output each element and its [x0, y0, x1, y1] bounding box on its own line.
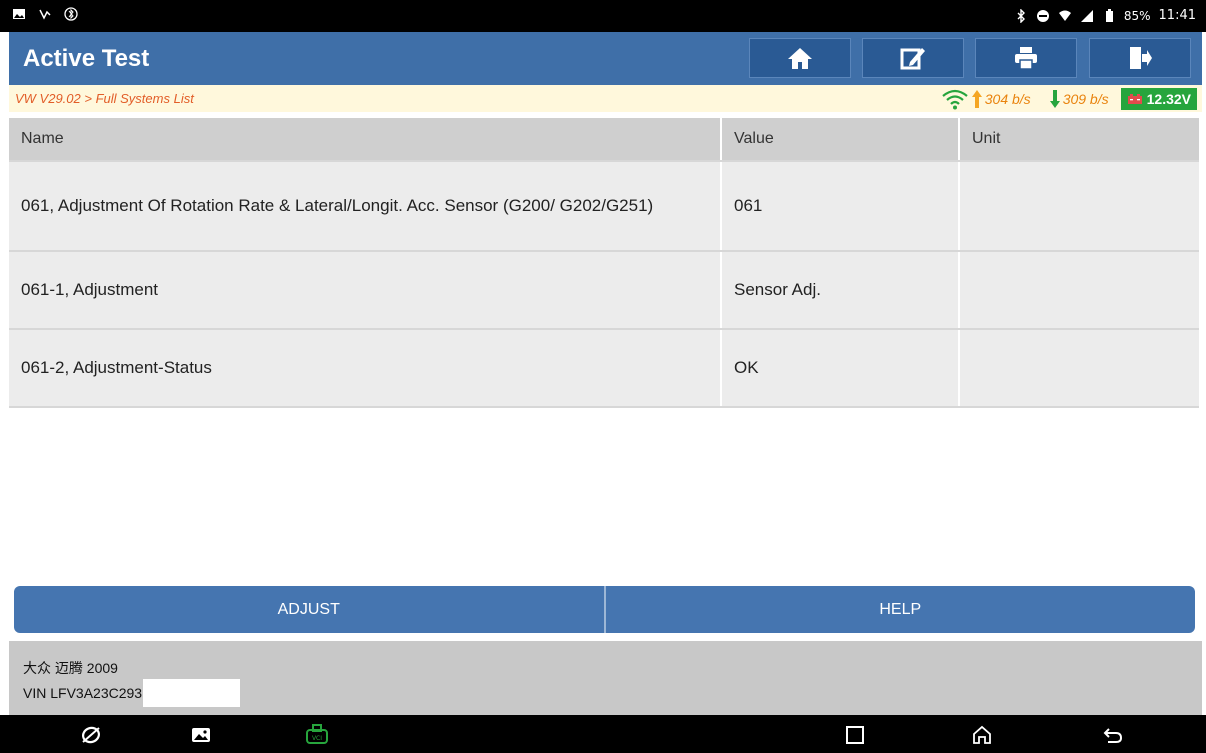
vehicle-model: 大众 迈腾 2009 [23, 660, 118, 676]
exit-button[interactable] [1089, 38, 1191, 78]
bluetooth-icon [1017, 8, 1025, 23]
home-icon [788, 48, 812, 69]
print-icon [1015, 47, 1037, 70]
battery-icon [1105, 8, 1113, 22]
clock: 11:41 [1158, 8, 1196, 23]
table-row[interactable]: 061-2, Adjustment-Status OK [9, 328, 1199, 408]
vehicle-info: 大众 迈腾 2009 VIN LFV3A23C293 [9, 641, 1202, 715]
table-row[interactable]: 061, Adjustment Of Rotation Rate & Later… [9, 160, 1199, 250]
action-bar: ADJUST HELP [14, 586, 1195, 633]
battery-percent: 85% [1123, 8, 1151, 23]
row-value: OK [722, 330, 960, 406]
recent-apps-icon[interactable] [844, 724, 866, 746]
download-rate-value: 309 b/s [1062, 90, 1109, 107]
print-button[interactable] [975, 38, 1077, 78]
cell-signal-icon [1080, 9, 1093, 22]
column-header-unit: Unit [972, 130, 1001, 147]
system-nav-bar: VCI [0, 715, 1206, 753]
car-battery-icon [1127, 93, 1142, 104]
vin-text: VIN LFV3A23C293 [23, 685, 143, 701]
home-button[interactable] [749, 38, 851, 78]
do-not-disturb-icon [1036, 9, 1049, 22]
row-unit [960, 162, 1199, 250]
vin-row: VIN LFV3A23C293 [23, 679, 241, 707]
edit-icon [900, 48, 925, 70]
vin-redaction [143, 679, 241, 707]
upload-rate: 304 b/s [971, 89, 1031, 109]
row-value: 061 [722, 162, 960, 250]
column-header-name: Name [9, 118, 722, 160]
breadcrumb-bar: VW V29.02 > Full Systems List 304 b/s 30… [9, 85, 1202, 112]
data-table: Name Value Unit 061, Adjustment Of Rotat… [9, 118, 1199, 408]
connection-status: 304 b/s 309 b/s 12.32V [941, 85, 1202, 112]
voltage-value: 12.32V [1146, 90, 1191, 107]
page-title: Active Test [23, 45, 150, 72]
gallery-icon[interactable] [190, 724, 212, 746]
vci-notification-icon [39, 9, 51, 20]
row-name: 061-1, Adjustment [9, 252, 722, 328]
upload-rate-value: 304 b/s [984, 90, 1031, 107]
bluetooth-circle-icon [64, 7, 78, 21]
voltage-badge: 12.32V [1120, 87, 1197, 110]
wifi-signal-icon [1058, 10, 1071, 21]
column-header-value: Value [722, 118, 960, 160]
help-button[interactable]: HELP [605, 586, 1195, 633]
download-arrow-icon [1049, 89, 1060, 108]
table-row[interactable]: 061-1, Adjustment Sensor Adj. [9, 250, 1199, 328]
download-rate: 309 b/s [1049, 89, 1109, 109]
row-name: 061, Adjustment Of Rotation Rate & Later… [9, 162, 722, 250]
table-header: Name Value Unit [9, 118, 1199, 160]
row-value: Sensor Adj. [722, 252, 960, 328]
edit-button[interactable] [862, 38, 964, 78]
row-name: 061-2, Adjustment-Status [9, 330, 722, 406]
app-header: Active Test [9, 32, 1202, 85]
exit-icon [1130, 47, 1152, 69]
image-notification-icon [13, 9, 25, 19]
home-nav-icon[interactable] [971, 724, 993, 746]
back-icon[interactable] [1102, 724, 1124, 746]
wifi-icon [942, 89, 968, 109]
row-unit [960, 330, 1199, 406]
breadcrumb: VW V29.02 > Full Systems List [15, 91, 194, 106]
adjust-button[interactable]: ADJUST [14, 586, 606, 633]
row-unit [960, 252, 1199, 328]
vci-icon[interactable]: VCI [305, 724, 329, 746]
upload-arrow-icon [971, 89, 982, 108]
status-bar: 85% 11:41 [0, 0, 1206, 32]
browser-icon[interactable] [80, 724, 102, 746]
svg-text:VCI: VCI [312, 735, 322, 742]
